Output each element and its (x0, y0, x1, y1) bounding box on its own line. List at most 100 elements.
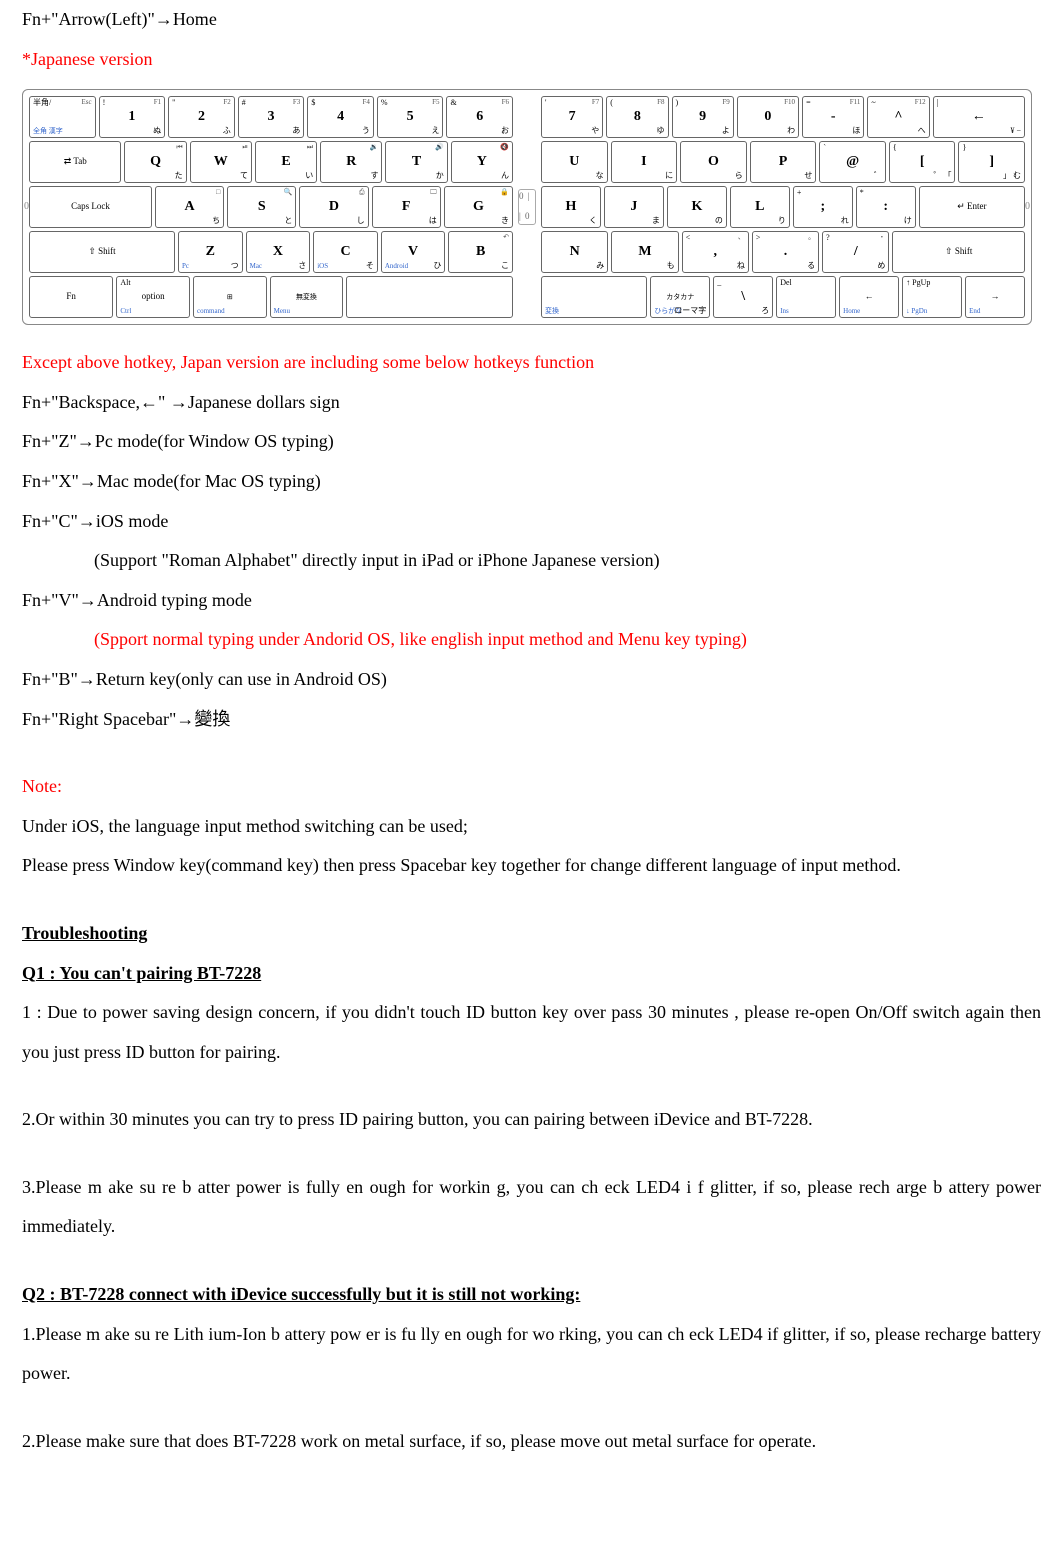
keyboard-key: 🔒Gき (444, 186, 513, 228)
keyboard-right-half: 0 'F77や(F88ゆ)F99よF100わ=F11-ほ~F12^へ|←¥ −U… (539, 94, 1027, 320)
keyboard-key: {[゜ 「 (889, 141, 956, 183)
arrow-icon: → (170, 392, 188, 412)
keyboard-key: ⎙Dし (299, 186, 368, 228)
keyboard-key: ⊞command (193, 276, 267, 318)
arrow-icon: → (79, 590, 97, 610)
keyboard-diagram: 0 半角/Esc全角 漢字!F11ぬ"F22ふ#F33あ$F44う%F55え&F… (22, 89, 1032, 325)
keyboard-key: <、,ね (682, 231, 749, 273)
keyboard-row: UなIにOらPせ`@゛{[゜ 「}]」 む (541, 141, 1025, 183)
keyboard-row: NみMも<、,ね>。.る?・/め⇧ Shift (541, 231, 1025, 273)
keyboard-key: _\ろ (713, 276, 773, 318)
note-heading: Note: (22, 767, 1041, 807)
keyboard-row: 半角/Esc全角 漢字!F11ぬ"F22ふ#F33あ$F44う%F55え&F66… (29, 96, 513, 138)
keyboard-key: Hく (541, 186, 601, 228)
keyboard-key: Jま (604, 186, 664, 228)
hotkey-line: Fn+"Backspace,←" →Japanese dollars sign (22, 383, 1041, 423)
keyboard-key: →End (965, 276, 1025, 318)
q1-answer-1: 1 : Due to power saving design concern, … (22, 993, 1041, 1072)
japanese-version-label: *Japanese version (22, 40, 1041, 80)
arrow-icon: → (155, 9, 173, 29)
keyboard-key: +;れ (793, 186, 853, 228)
keyboard-key: VAndroidひ (381, 231, 446, 273)
keyboard-key: Lり (730, 186, 790, 228)
keyboard-key: Fn (29, 276, 113, 318)
q2-answer-2: 2.Please make sure that does BT-7228 wor… (22, 1422, 1041, 1462)
keyboard-row: HくJまKのLり+;れ*:け↵ Enter (541, 186, 1025, 228)
hotkeys-heading: Except above hotkey, Japan version are i… (22, 343, 1041, 383)
arrow-icon: → (78, 511, 96, 531)
keyboard-key: 🔊Tか (385, 141, 447, 183)
arrow-icon: → (78, 669, 96, 689)
keyboard-key: Iに (611, 141, 678, 183)
keyboard-key: |←¥ − (933, 96, 1025, 138)
keyboard-row: 変換カタカナひらがなローマ字_\ろDelIns←Home↑ PgUp↓ PgDn… (541, 276, 1025, 318)
keyboard-key: Caps Lock (29, 186, 152, 228)
keyboard-key: !F11ぬ (99, 96, 166, 138)
keyboard-key: ↵ Enter (919, 186, 1025, 228)
keyboard-row: FnAltoptionCtrl⊞command無変換Menu (29, 276, 513, 318)
keyboard-key: =F11-ほ (802, 96, 864, 138)
keyboard-key: Kの (667, 186, 727, 228)
note-line-2: Please press Window key(command key) the… (22, 846, 1041, 886)
keyboard-key (346, 276, 513, 318)
keyboard-key: ⇧ Shift (29, 231, 175, 273)
keyboard-key: ⇄ Tab (29, 141, 121, 183)
keyboard-key: )F99よ (672, 96, 734, 138)
troubleshooting-heading: Troubleshooting (22, 914, 1041, 954)
keyboard-key: `@゛ (819, 141, 886, 183)
keyboard-key: }]」 む (958, 141, 1025, 183)
keyboard-key: DelIns (776, 276, 836, 318)
keyboard-row: ⇄ Tab⏮Qた⏯Wて⏭Eい🔉Rす🔊Tか🔇Yん (29, 141, 513, 183)
arrow-icon: → (176, 709, 194, 729)
keyboard-key: Pせ (750, 141, 817, 183)
keyboard-key: Mも (611, 231, 678, 273)
keyboard-key: ⏯Wて (190, 141, 252, 183)
keyboard-key: %F55え (377, 96, 444, 138)
keyboard-key: $F44う (307, 96, 374, 138)
intro-line-1-suffix: Home (173, 9, 217, 29)
intro-line-1-prefix: Fn+"Arrow(Left)" (22, 9, 155, 29)
keyboard-key: ↑ PgUp↓ PgDn (902, 276, 962, 318)
keyboard-key: 🖵Fは (372, 186, 441, 228)
keyboard-key: F100わ (737, 96, 799, 138)
keyboard-key: 🔍Sと (227, 186, 296, 228)
q1-answer-3: 3.Please m ake su re b atter power is fu… (22, 1168, 1041, 1247)
keyboard-hinge: 0 | | 0 (515, 94, 539, 320)
keyboard-key: 無変換Menu (270, 276, 344, 318)
note-line-1: Under iOS, the language input method swi… (22, 807, 1041, 847)
keyboard-key: ~F12^へ (867, 96, 929, 138)
right-edge-marker: 0 (1025, 196, 1030, 218)
q2-answer-1: 1.Please m ake su re Lith ium-Ion b atte… (22, 1315, 1041, 1394)
keyboard-key: 半角/Esc全角 漢字 (29, 96, 96, 138)
hotkey-line: Fn+"Z"→Pc mode(for Window OS typing) (22, 422, 1041, 462)
hinge-label: 0 | | 0 (518, 189, 536, 225)
q2-title: Q2 : BT-7228 connect with iDevice succes… (22, 1275, 1041, 1315)
keyboard-key: 🔇Yん (451, 141, 513, 183)
keyboard-key: XMacさ (246, 231, 311, 273)
keyboard-key: Uな (541, 141, 608, 183)
keyboard-key: ←Home (839, 276, 899, 318)
arrow-icon: → (79, 471, 97, 491)
hotkey-android: Fn+"V"→Android typing mode (22, 581, 1041, 621)
keyboard-key: Nみ (541, 231, 608, 273)
hotkey-line: Fn+"C"→iOS mode (22, 502, 1041, 542)
hotkey-spacebar: Fn+"Right Spacebar"→變換 (22, 700, 1041, 740)
keyboard-key: ?・/め (822, 231, 889, 273)
keyboard-key: (F88ゆ (606, 96, 668, 138)
q1-title: Q1 : You can't pairing BT-7228 (22, 954, 1041, 994)
arrow-icon: → (77, 431, 95, 451)
android-sub-note: (Spport normal typing under Andorid OS, … (22, 620, 1041, 660)
keyboard-key: 'F77や (541, 96, 603, 138)
hotkey-b: Fn+"B"→Return key(only can use in Androi… (22, 660, 1041, 700)
intro-line-1: Fn+"Arrow(Left)"→Home (22, 0, 1041, 40)
keyboard-key: #F33あ (238, 96, 305, 138)
keyboard-key: >。.る (752, 231, 819, 273)
keyboard-key: CiOSそ (313, 231, 378, 273)
keyboard-row: 'F77や(F88ゆ)F99よF100わ=F11-ほ~F12^へ|←¥ − (541, 96, 1025, 138)
keyboard-key: ZPcつ (178, 231, 243, 273)
keyboard-key: カタカナひらがなローマ字 (650, 276, 710, 318)
keyboard-row: ⇧ ShiftZPcつXMacさCiOSそVAndroidひ↶Bこ (29, 231, 513, 273)
keyboard-key: *:け (856, 186, 916, 228)
keyboard-key: 変換 (541, 276, 647, 318)
keyboard-key: ⏮Qた (124, 141, 186, 183)
